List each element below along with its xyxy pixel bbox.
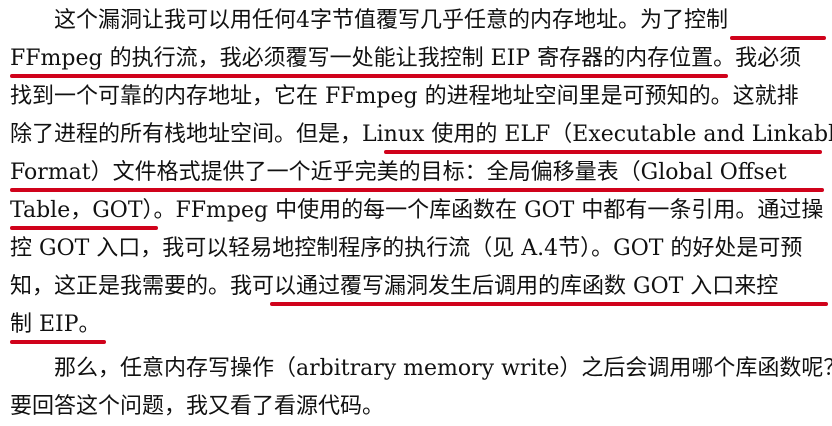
text-line-1: 这个漏洞让我可以用任何4字节值覆写几乎任意的内存地址。为了控制	[54, 8, 728, 33]
text-line-8: 知，这正是我需要的。我可以通过覆写漏洞发生后调用的库函数 GOT 入口来控	[10, 274, 779, 299]
text-line-5: Format）文件格式提供了一个近乎完美的目标：全局偏移量表（Global Of…	[10, 160, 787, 185]
highlight-underline	[10, 188, 824, 192]
text-line-10: 那么，任意内存写操作（arbitrary memory write）之后会调用哪…	[54, 356, 832, 381]
text-line-4: 除了进程的所有栈地址空间。但是，Linux 使用的 ELF（Executable…	[10, 122, 832, 147]
text-line-11: 要回答这个问题，我又看了看源代码。	[10, 394, 385, 419]
text-line-6: Table，GOT）。FFmpeg 中使用的每一个库函数在 GOT 中都有一条引…	[10, 198, 824, 223]
text-line-7: 控 GOT 入口，我可以轻易地控制程序的执行流（见 A.4节）。GOT 的好处是…	[10, 236, 803, 261]
highlight-underline	[10, 74, 728, 78]
text-line-9: 制 EIP。	[10, 312, 101, 337]
text-line-2: FFmpeg 的执行流，我必须覆写一处能让我控制 EIP 寄存器的内存位置。我必…	[10, 46, 802, 71]
highlight-underline	[730, 36, 826, 40]
highlight-underline	[10, 226, 158, 230]
highlight-underline	[384, 150, 822, 154]
book-page: 这个漏洞让我可以用任何4字节值覆写几乎任意的内存地址。为了控制 FFmpeg 的…	[0, 0, 832, 426]
highlight-underline	[270, 302, 828, 306]
text-line-3: 找到一个可靠的内存地址，它在 FFmpeg 的进程地址空间里是可预知的。这就排	[10, 84, 799, 109]
highlight-underline	[10, 340, 106, 344]
